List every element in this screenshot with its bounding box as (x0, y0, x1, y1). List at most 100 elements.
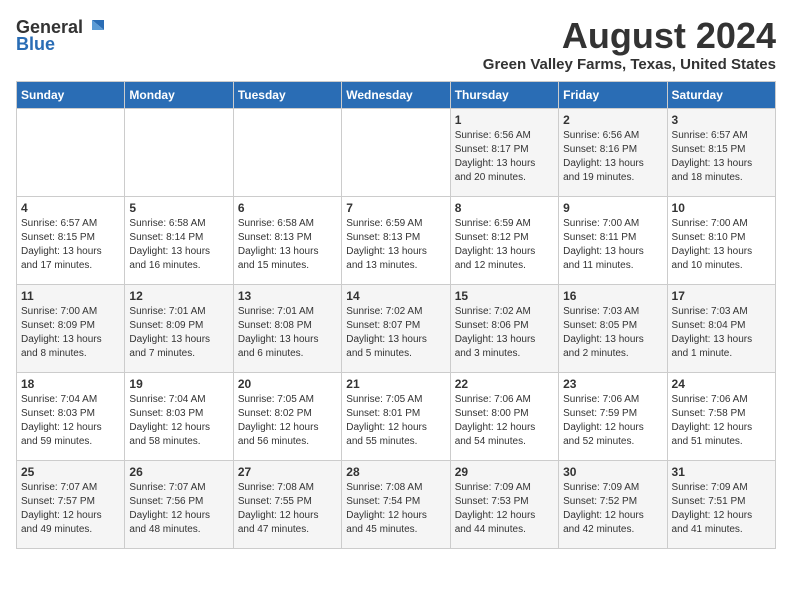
day-number: 26 (129, 465, 228, 479)
calendar-week: 1 Sunrise: 6:56 AM Sunset: 8:17 PM Daylig… (17, 108, 776, 196)
logo-text: General Blue (16, 16, 107, 55)
day-number: 18 (21, 377, 120, 391)
day-number: 29 (455, 465, 554, 479)
calendar-week: 11 Sunrise: 7:00 AM Sunset: 8:09 PM Dayli… (17, 284, 776, 372)
day-number: 4 (21, 201, 120, 215)
day-info: Sunrise: 6:59 AM Sunset: 8:12 PM Dayligh… (455, 217, 554, 273)
day-info: Sunrise: 7:02 AM Sunset: 8:06 PM Dayligh… (455, 305, 554, 361)
header-day: Friday (559, 81, 667, 108)
day-number: 19 (129, 377, 228, 391)
day-info: Sunrise: 6:57 AM Sunset: 8:15 PM Dayligh… (21, 217, 120, 273)
calendar-cell (233, 108, 341, 196)
calendar-cell (342, 108, 450, 196)
day-info: Sunrise: 6:59 AM Sunset: 8:13 PM Dayligh… (346, 217, 445, 273)
calendar-week: 18 Sunrise: 7:04 AM Sunset: 8:03 PM Dayli… (17, 372, 776, 460)
day-number: 2 (563, 113, 662, 127)
calendar-cell: 9 Sunrise: 7:00 AM Sunset: 8:11 PM Daylig… (559, 196, 667, 284)
day-info: Sunrise: 7:05 AM Sunset: 8:01 PM Dayligh… (346, 393, 445, 449)
day-info: Sunrise: 6:57 AM Sunset: 8:15 PM Dayligh… (672, 129, 771, 185)
day-number: 15 (455, 289, 554, 303)
day-number: 17 (672, 289, 771, 303)
calendar-cell: 4 Sunrise: 6:57 AM Sunset: 8:15 PM Daylig… (17, 196, 125, 284)
title-area: August 2024 Green Valley Farms, Texas, U… (483, 16, 776, 73)
logo-icon (84, 16, 106, 38)
day-info: Sunrise: 7:06 AM Sunset: 7:59 PM Dayligh… (563, 393, 662, 449)
day-number: 9 (563, 201, 662, 215)
calendar-header: SundayMondayTuesdayWednesdayThursdayFrid… (17, 81, 776, 108)
day-number: 21 (346, 377, 445, 391)
day-info: Sunrise: 6:56 AM Sunset: 8:17 PM Dayligh… (455, 129, 554, 185)
day-number: 28 (346, 465, 445, 479)
calendar-week: 25Sunrise: 7:07 AM Sunset: 7:57 PM Dayli… (17, 460, 776, 548)
day-info: Sunrise: 7:00 AM Sunset: 8:10 PM Dayligh… (672, 217, 771, 273)
day-info: Sunrise: 7:08 AM Sunset: 7:55 PM Dayligh… (238, 481, 337, 537)
calendar-body: 1 Sunrise: 6:56 AM Sunset: 8:17 PM Daylig… (17, 108, 776, 548)
day-number: 1 (455, 113, 554, 127)
day-number: 24 (672, 377, 771, 391)
calendar-cell: 18 Sunrise: 7:04 AM Sunset: 8:03 PM Dayli… (17, 372, 125, 460)
day-info: Sunrise: 7:02 AM Sunset: 8:07 PM Dayligh… (346, 305, 445, 361)
day-info: Sunrise: 7:00 AM Sunset: 8:09 PM Dayligh… (21, 305, 120, 361)
day-number: 27 (238, 465, 337, 479)
day-number: 22 (455, 377, 554, 391)
calendar-cell: 16 Sunrise: 7:03 AM Sunset: 8:05 PM Dayli… (559, 284, 667, 372)
calendar-cell: 2 Sunrise: 6:56 AM Sunset: 8:16 PM Daylig… (559, 108, 667, 196)
day-number: 5 (129, 201, 228, 215)
calendar-table: SundayMondayTuesdayWednesdayThursdayFrid… (16, 81, 776, 549)
calendar-cell (17, 108, 125, 196)
header-day: Sunday (17, 81, 125, 108)
day-number: 6 (238, 201, 337, 215)
day-info: Sunrise: 7:09 AM Sunset: 7:52 PM Dayligh… (563, 481, 662, 537)
day-number: 31 (672, 465, 771, 479)
day-info: Sunrise: 6:58 AM Sunset: 8:14 PM Dayligh… (129, 217, 228, 273)
calendar-cell: 10 Sunrise: 7:00 AM Sunset: 8:10 PM Dayli… (667, 196, 775, 284)
header-day: Wednesday (342, 81, 450, 108)
day-info: Sunrise: 7:04 AM Sunset: 8:03 PM Dayligh… (21, 393, 120, 449)
calendar-cell: 20Sunrise: 7:05 AM Sunset: 8:02 PM Dayli… (233, 372, 341, 460)
calendar-cell: 13Sunrise: 7:01 AM Sunset: 8:08 PM Dayli… (233, 284, 341, 372)
day-info: Sunrise: 7:04 AM Sunset: 8:03 PM Dayligh… (129, 393, 228, 449)
calendar-cell: 23 Sunrise: 7:06 AM Sunset: 7:59 PM Dayli… (559, 372, 667, 460)
calendar-cell: 24 Sunrise: 7:06 AM Sunset: 7:58 PM Dayli… (667, 372, 775, 460)
day-info: Sunrise: 7:06 AM Sunset: 7:58 PM Dayligh… (672, 393, 771, 449)
calendar-cell: 11 Sunrise: 7:00 AM Sunset: 8:09 PM Dayli… (17, 284, 125, 372)
day-info: Sunrise: 7:03 AM Sunset: 8:04 PM Dayligh… (672, 305, 771, 361)
day-number: 12 (129, 289, 228, 303)
calendar-cell: 1 Sunrise: 6:56 AM Sunset: 8:17 PM Daylig… (450, 108, 558, 196)
day-number: 16 (563, 289, 662, 303)
day-info: Sunrise: 6:56 AM Sunset: 8:16 PM Dayligh… (563, 129, 662, 185)
calendar-cell: 8Sunrise: 6:59 AM Sunset: 8:12 PM Daylig… (450, 196, 558, 284)
day-number: 20 (238, 377, 337, 391)
day-number: 11 (21, 289, 120, 303)
day-info: Sunrise: 7:01 AM Sunset: 8:08 PM Dayligh… (238, 305, 337, 361)
day-info: Sunrise: 7:07 AM Sunset: 7:57 PM Dayligh… (21, 481, 120, 537)
calendar-cell: 12Sunrise: 7:01 AM Sunset: 8:09 PM Dayli… (125, 284, 233, 372)
day-info: Sunrise: 7:09 AM Sunset: 7:51 PM Dayligh… (672, 481, 771, 537)
calendar-cell: 19 Sunrise: 7:04 AM Sunset: 8:03 PM Dayli… (125, 372, 233, 460)
page-header: General Blue August 2024 Green Valley Fa… (16, 16, 776, 73)
calendar-week: 4 Sunrise: 6:57 AM Sunset: 8:15 PM Daylig… (17, 196, 776, 284)
calendar-cell (125, 108, 233, 196)
day-info: Sunrise: 7:09 AM Sunset: 7:53 PM Dayligh… (455, 481, 554, 537)
month-title: August 2024 (483, 16, 776, 56)
day-info: Sunrise: 7:08 AM Sunset: 7:54 PM Dayligh… (346, 481, 445, 537)
day-info: Sunrise: 7:07 AM Sunset: 7:56 PM Dayligh… (129, 481, 228, 537)
day-info: Sunrise: 7:06 AM Sunset: 8:00 PM Dayligh… (455, 393, 554, 449)
calendar-cell: 17 Sunrise: 7:03 AM Sunset: 8:04 PM Dayli… (667, 284, 775, 372)
calendar-cell: 29 Sunrise: 7:09 AM Sunset: 7:53 PM Dayli… (450, 460, 558, 548)
header-day: Tuesday (233, 81, 341, 108)
calendar-cell: 28 Sunrise: 7:08 AM Sunset: 7:54 PM Dayli… (342, 460, 450, 548)
calendar-cell: 21 Sunrise: 7:05 AM Sunset: 8:01 PM Dayli… (342, 372, 450, 460)
calendar-cell: 7Sunrise: 6:59 AM Sunset: 8:13 PM Daylig… (342, 196, 450, 284)
logo: General Blue (16, 16, 107, 55)
calendar-cell: 25Sunrise: 7:07 AM Sunset: 7:57 PM Dayli… (17, 460, 125, 548)
day-info: Sunrise: 7:03 AM Sunset: 8:05 PM Dayligh… (563, 305, 662, 361)
location-title: Green Valley Farms, Texas, United States (483, 56, 776, 73)
calendar-cell: 5 Sunrise: 6:58 AM Sunset: 8:14 PM Daylig… (125, 196, 233, 284)
day-info: Sunrise: 7:00 AM Sunset: 8:11 PM Dayligh… (563, 217, 662, 273)
day-info: Sunrise: 6:58 AM Sunset: 8:13 PM Dayligh… (238, 217, 337, 273)
day-number: 10 (672, 201, 771, 215)
calendar-cell: 14 Sunrise: 7:02 AM Sunset: 8:07 PM Dayli… (342, 284, 450, 372)
day-number: 14 (346, 289, 445, 303)
day-number: 23 (563, 377, 662, 391)
